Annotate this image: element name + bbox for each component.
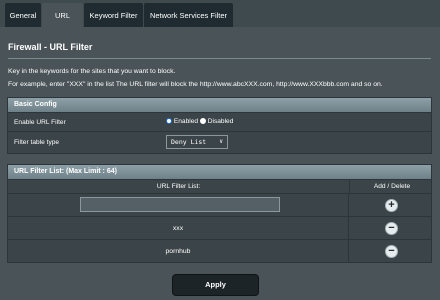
url-filter-list-header: URL Filter List: (Max Limit : 64) [8,165,431,179]
url-filter-list-table: URL Filter List: (Max Limit : 64) URL Fi… [7,164,432,263]
table-row: xxx − [8,216,431,239]
basic-config-header: Basic Config [8,98,431,112]
minus-icon: − [388,222,395,234]
minus-icon: − [388,245,395,257]
delete-cell: − [349,217,433,239]
add-cell: + [349,194,433,216]
delete-url-button[interactable]: − [385,245,398,258]
tab-url-filter[interactable]: URL Filter [42,3,83,46]
disabled-radio[interactable] [199,118,206,124]
description-line-2: For example, enter "XXX" in the list The… [8,81,383,88]
tab-keyword-filter[interactable]: Keyword Filter [84,3,143,27]
column-add-delete: Add / Delete [349,180,434,194]
new-url-cell [8,194,349,216]
plus-icon: + [388,199,395,211]
basic-config-table: Basic Config Enable URL Filter Enabled D… [7,97,432,154]
delete-cell: − [349,240,433,262]
table-row: pornhub − [8,239,431,262]
url-filter-list-columns: URL Filter List: Add / Delete [8,179,434,194]
tab-network-services-filter[interactable]: Network Services Filter [144,3,233,27]
enable-url-filter-label: Enable URL Filter [14,119,66,126]
enabled-radio[interactable] [166,118,172,124]
enable-url-filter-row: Enable URL Filter Enabled Disabled [8,112,431,131]
new-url-row: + [8,193,431,216]
delete-url-button[interactable]: − [385,222,398,235]
description-line-1: Key in the keywords for the sites that y… [8,68,176,75]
column-url: URL Filter List: [156,183,201,190]
enabled-radio-label: Enabled [173,118,199,125]
disabled-radio-label: Disabled [207,118,234,125]
filter-table-type-label: Filter table type [14,139,60,146]
chevron-down-icon: ∨ [219,138,223,145]
filter-table-type-row: Filter table type Deny List ∨ [8,131,431,153]
url-cell: xxx [8,217,349,239]
add-url-button[interactable]: + [385,199,398,212]
tab-bar: General URL Filter Keyword Filter Networ… [0,0,440,46]
filter-table-type-select[interactable]: Deny List ∨ [166,135,228,149]
title-divider [8,58,431,59]
filter-table-type-value: Deny List [171,138,207,146]
enable-radio-group: Enabled Disabled [166,118,233,125]
page-title: Firewall - URL Filter [8,42,93,52]
url-cell: pornhub [8,240,349,262]
tab-general[interactable]: General [5,3,41,27]
new-url-input[interactable] [80,197,280,212]
main-panel: Firewall - URL Filter Key in the keyword… [0,27,440,300]
apply-button[interactable]: Apply [172,274,259,296]
